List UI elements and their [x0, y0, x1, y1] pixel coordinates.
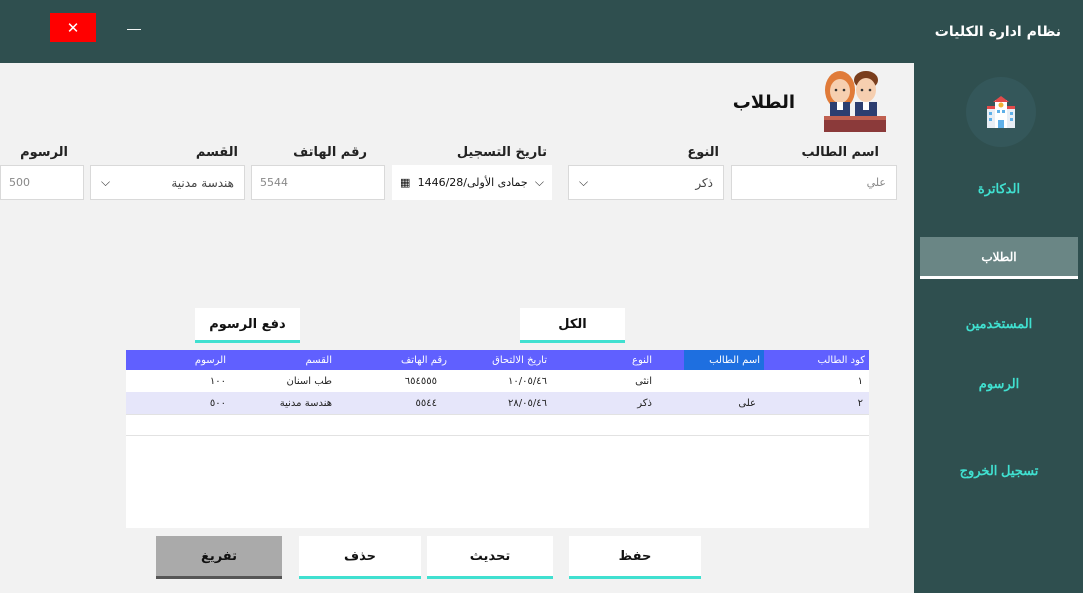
page-title: الطلاب: [732, 92, 795, 113]
fees-label: الرسوم: [20, 145, 68, 160]
table-cell: ١٠/٠٥/٤٦: [508, 375, 547, 387]
sidebar-item-users[interactable]: المستخدمين: [920, 303, 1078, 345]
department-label: القسم: [195, 145, 238, 160]
filter-all-button[interactable]: الكل: [520, 308, 625, 343]
column-header[interactable]: تاريخ الالتحاق: [451, 350, 551, 370]
table-cell: [646, 370, 756, 392]
table-cell: ١: [857, 375, 863, 387]
table-cell: ذكر: [637, 397, 652, 409]
table-row[interactable]: ١ انثى ١٠/٠٥/٤٦ ٦٥٤٥٥٥ طب اسنان ١٠٠: [126, 370, 869, 392]
fees-input[interactable]: 500: [0, 165, 84, 200]
table-cell: ٢٨/٠٥/٤٦: [508, 397, 547, 409]
column-header[interactable]: اسم الطالب: [684, 350, 764, 370]
close-icon: ✕: [66, 19, 80, 37]
column-header[interactable]: القسم: [236, 350, 336, 370]
gender-label: النوع: [687, 145, 719, 160]
registration-date-label: تاريخ التسجيل: [456, 145, 547, 160]
phone-input[interactable]: 5544: [251, 165, 385, 200]
clear-button[interactable]: تفريغ: [156, 536, 282, 579]
table-cell: على: [738, 397, 756, 409]
students-avatar-icon: [824, 71, 886, 132]
sidebar-item-logout[interactable]: تسجيل الخروج: [920, 450, 1078, 492]
gender-select[interactable]: ⌵ ذكر: [568, 165, 724, 200]
sidebar-item-fees[interactable]: الرسوم: [920, 363, 1078, 405]
table-cell: ٥٥٤٤: [415, 397, 437, 409]
student-name-input[interactable]: علي: [731, 165, 897, 200]
calendar-icon: ▦: [400, 176, 411, 189]
update-button[interactable]: تحديث: [427, 536, 553, 579]
sidebar-item-doctors[interactable]: الدكاترة: [920, 168, 1078, 210]
school-building-icon: [966, 77, 1036, 147]
table-row[interactable]: ٢ على ذكر ٥٥٤٤ ٢٨/٠٥/٤٦ هندسة مدنية ٥٠٠: [126, 392, 869, 414]
table-cell: ٥٠٠: [209, 397, 226, 409]
phone-label: رقم الهاتف: [293, 145, 367, 160]
department-select[interactable]: ⌵ هندسة مدنية: [90, 165, 245, 200]
chevron-down-icon: ⌵: [579, 175, 589, 189]
table-cell: طب اسنان: [286, 375, 332, 387]
column-header[interactable]: كود الطالب: [764, 350, 869, 370]
column-header[interactable]: الرسوم: [126, 350, 230, 370]
table-cell: هندسة مدنية: [279, 397, 332, 409]
table-cell: انثى: [635, 375, 652, 387]
gender-value: ذكر: [695, 175, 713, 190]
table-cell: ٢: [857, 397, 863, 409]
student-name-value: علي: [866, 176, 886, 189]
students-table[interactable]: كود الطالب اسم الطالب النوع تاريخ الالتح…: [126, 350, 869, 528]
phone-value: 5544: [260, 176, 288, 189]
registration-date-picker[interactable]: ▦ جمادى الأولى/1446/28 ⌵: [392, 165, 552, 200]
table-header: كود الطالب اسم الطالب النوع تاريخ الالتح…: [126, 350, 869, 370]
registration-date-value: جمادى الأولى/1446/28: [417, 176, 528, 189]
close-button[interactable]: ✕: [50, 13, 96, 42]
table-cell: ١٠٠: [209, 375, 226, 387]
minimize-icon: —: [127, 19, 141, 36]
column-header[interactable]: رقم الهاتف: [351, 350, 451, 370]
sidebar: الدكاترة الطلاب المستخدمين الرسوم تسجيل …: [914, 63, 1083, 593]
chevron-down-icon: ⌵: [101, 175, 111, 189]
minimize-button[interactable]: —: [122, 13, 146, 42]
delete-button[interactable]: حذف: [299, 536, 421, 579]
pay-fees-button[interactable]: دفع الرسوم: [195, 308, 300, 343]
department-value: هندسة مدنية: [171, 175, 234, 190]
fees-value: 500: [9, 176, 30, 189]
app-title: نظام ادارة الكليات: [934, 24, 1061, 40]
column-header[interactable]: النوع: [556, 350, 656, 370]
student-name-label: اسم الطالب: [801, 145, 880, 160]
sidebar-item-students[interactable]: الطلاب: [920, 237, 1078, 279]
title-bar: نظام ادارة الكليات ✕ —: [0, 0, 1083, 63]
table-cell: ٦٥٤٥٥٥: [404, 375, 437, 387]
chevron-down-icon: ⌵: [534, 175, 544, 189]
save-button[interactable]: حفظ: [569, 536, 701, 579]
